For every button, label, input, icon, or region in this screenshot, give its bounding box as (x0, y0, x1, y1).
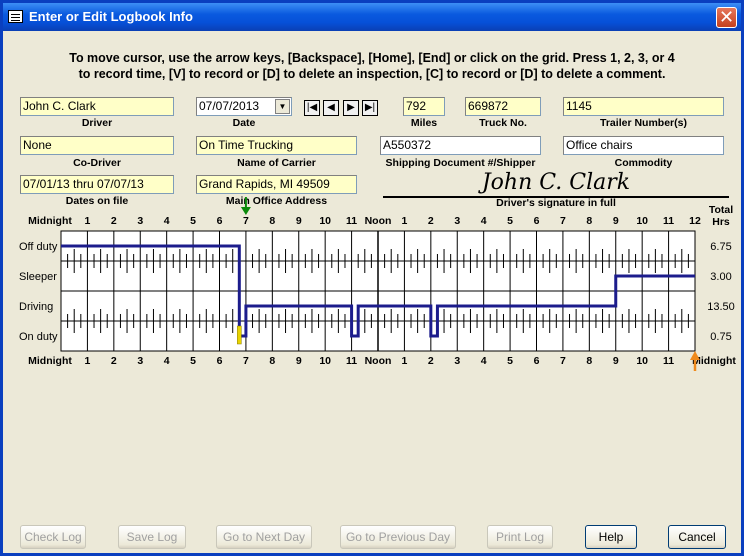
hour-label-bottom: 2 (111, 355, 117, 367)
hour-label-top: Noon (365, 215, 392, 227)
hour-label-top: 9 (296, 215, 302, 227)
row-total: 0.75 (710, 331, 731, 343)
total-hours-header: Hrs (712, 216, 730, 228)
row-label: On duty (19, 331, 58, 343)
print-log-button[interactable]: Print Log (487, 525, 553, 549)
hour-label-bottom: 5 (190, 355, 196, 367)
hour-label-bottom: 1 (401, 355, 407, 367)
total-hours-header: Total (709, 204, 733, 216)
hour-label-top: 10 (319, 215, 331, 227)
hour-label-bottom: 10 (319, 355, 331, 367)
hour-label-bottom: 6 (217, 355, 223, 367)
row-label: Driving (19, 301, 53, 313)
hour-label-top: 4 (481, 215, 487, 227)
hour-label-bottom: 7 (243, 355, 249, 367)
hour-label-top: 2 (111, 215, 117, 227)
hour-label-top: 11 (663, 215, 674, 227)
hour-label-top: 5 (507, 215, 513, 227)
hour-label-bottom: 11 (663, 355, 674, 367)
hour-label-bottom: 9 (613, 355, 619, 367)
hour-label-bottom: 10 (636, 355, 648, 367)
hour-label-bottom: 2 (428, 355, 434, 367)
hour-label-bottom: 4 (481, 355, 487, 367)
hour-label-bottom: 4 (164, 355, 170, 367)
inspection-marker[interactable] (237, 325, 242, 345)
hour-label-bottom: 8 (586, 355, 592, 367)
row-total: 13.50 (707, 301, 735, 313)
hour-label-bottom: Noon (365, 355, 392, 367)
hour-label-top: 5 (190, 215, 196, 227)
hour-label-top: 2 (428, 215, 434, 227)
check-log-button[interactable]: Check Log (20, 525, 86, 549)
hour-label-top: 3 (137, 215, 143, 227)
hour-label-top: 12 (689, 215, 701, 227)
hour-label-top: 11 (346, 215, 357, 227)
row-total: 3.00 (710, 271, 731, 283)
hour-label-bottom: 11 (346, 355, 357, 367)
hour-label-top: 8 (586, 215, 592, 227)
hour-label-top: 1 (84, 215, 90, 227)
time-marker-arrow-icon[interactable] (240, 207, 251, 215)
hour-label-top: 4 (164, 215, 170, 227)
hour-label-bottom: 3 (137, 355, 143, 367)
hour-label-bottom: Midnight (692, 355, 736, 367)
logbook-grid[interactable]: Midnight 1 2 3 4 5 6 7 8 9 10 11 Noon 1 2 3 4 5 6 7 8 9 10 11 12… (3, 3, 741, 383)
hour-label-bottom: 9 (296, 355, 302, 367)
hour-label-bottom: 6 (534, 355, 540, 367)
hour-label-top: 1 (401, 215, 407, 227)
save-log-button[interactable]: Save Log (118, 525, 186, 549)
hour-label-top: 6 (217, 215, 223, 227)
cancel-button[interactable]: Cancel (668, 525, 726, 549)
logbook-dialog: Enter or Edit Logbook Info ✕ To move cur… (0, 0, 744, 556)
hour-label-bottom: 3 (454, 355, 460, 367)
hour-label-bottom: 7 (560, 355, 566, 367)
hour-label-top: 3 (454, 215, 460, 227)
hour-label-top: 7 (243, 215, 249, 227)
help-button[interactable]: Help (585, 525, 637, 549)
row-label: Sleeper (19, 271, 57, 283)
hour-label-top: 10 (636, 215, 648, 227)
hour-label-bottom: 5 (507, 355, 513, 367)
hour-label-top: 6 (534, 215, 540, 227)
row-total: 6.75 (710, 241, 731, 253)
hour-label-top: Midnight (28, 215, 72, 227)
hour-label-bottom: 1 (84, 355, 90, 367)
hour-label-top: 9 (613, 215, 619, 227)
hour-label-bottom: 8 (269, 355, 275, 367)
row-label: Off duty (19, 241, 58, 253)
go-to-previous-day-button[interactable]: Go to Previous Day (340, 525, 456, 549)
hour-label-bottom: Midnight (28, 355, 72, 367)
hour-label-top: 7 (560, 215, 566, 227)
hour-label-top: 8 (269, 215, 275, 227)
go-to-next-day-button[interactable]: Go to Next Day (216, 525, 312, 549)
